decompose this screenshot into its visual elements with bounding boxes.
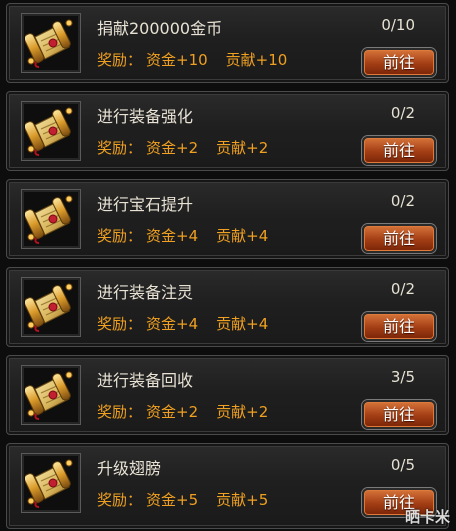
- task-title: 捐献200000金币: [97, 19, 223, 38]
- task-reward: 奖励： 资金+10 贡献+10: [97, 49, 291, 70]
- task-reward: 奖励： 资金+4 贡献+4: [97, 225, 272, 246]
- icon-frame: [21, 13, 81, 73]
- scroll-icon: [25, 371, 73, 420]
- go-button[interactable]: 前往: [362, 400, 436, 429]
- task-title: 进行装备注灵: [97, 283, 194, 302]
- reward-contribution: 贡献+2: [216, 139, 269, 157]
- reward-contribution: 贡献+5: [216, 491, 269, 509]
- reward-label: 奖励：: [97, 315, 143, 333]
- go-button[interactable]: 前往: [362, 136, 436, 165]
- watermark: 晒卡米: [404, 508, 450, 526]
- reward-fund: 资金+4: [146, 315, 199, 333]
- task-reward: 奖励： 资金+2 贡献+2: [97, 401, 272, 422]
- task-progress: 0/5: [390, 456, 415, 474]
- go-button[interactable]: 前往: [362, 312, 436, 341]
- reward-contribution: 贡献+4: [216, 227, 269, 245]
- task-progress: 0/10: [381, 16, 415, 34]
- task-title: 进行装备回收: [97, 371, 194, 390]
- task-title: 进行装备强化: [97, 107, 194, 126]
- task-reward: 奖励： 资金+2 贡献+2: [97, 137, 272, 158]
- icon-frame: [21, 365, 81, 425]
- icon-frame: [21, 189, 81, 249]
- scroll-icon: [25, 107, 73, 156]
- reward-contribution: 贡献+4: [216, 315, 269, 333]
- reward-fund: 资金+10: [146, 51, 208, 69]
- reward-label: 奖励：: [97, 51, 143, 69]
- task-reward: 奖励： 资金+5 贡献+5: [97, 489, 272, 510]
- icon-frame: [21, 277, 81, 337]
- task-reward: 奖励： 资金+4 贡献+4: [97, 313, 272, 334]
- task-card: 进行装备回收 3/5 奖励： 资金+2 贡献+2 前往: [6, 355, 449, 435]
- task-progress: 0/2: [390, 192, 415, 210]
- task-progress: 0/2: [390, 280, 415, 298]
- task-progress: 3/5: [390, 368, 415, 386]
- task-card: 进行宝石提升 0/2 奖励： 资金+4 贡献+4 前往: [6, 179, 449, 259]
- icon-frame: [21, 101, 81, 161]
- task-card: 进行装备强化 0/2 奖励： 资金+2 贡献+2 前往: [6, 91, 449, 171]
- task-title: 进行宝石提升: [97, 195, 194, 214]
- task-title: 升级翅膀: [97, 459, 162, 478]
- reward-fund: 资金+5: [146, 491, 199, 509]
- reward-label: 奖励：: [97, 139, 143, 157]
- reward-contribution: 贡献+2: [216, 403, 269, 421]
- task-card: 捐献200000金币 0/10 奖励： 资金+10 贡献+10 前往: [6, 3, 449, 83]
- task-card: 升级翅膀 0/5 奖励： 资金+5 贡献+5 前往: [6, 443, 449, 529]
- icon-frame: [21, 453, 81, 513]
- reward-label: 奖励：: [97, 227, 143, 245]
- reward-contribution: 贡献+10: [225, 51, 288, 69]
- reward-label: 奖励：: [97, 403, 143, 421]
- scroll-icon: [25, 283, 73, 332]
- task-card: 进行装备注灵 0/2 奖励： 资金+4 贡献+4 前往: [6, 267, 449, 347]
- task-progress: 0/2: [390, 104, 415, 122]
- scroll-icon: [25, 195, 73, 244]
- task-list: 捐献200000金币 0/10 奖励： 资金+10 贡献+10 前往 进行装备强化 …: [0, 0, 456, 531]
- go-button[interactable]: 前往: [362, 224, 436, 253]
- scroll-icon: [25, 19, 73, 68]
- scroll-icon: [25, 459, 73, 508]
- reward-fund: 资金+2: [146, 139, 199, 157]
- go-button[interactable]: 前往: [362, 48, 436, 77]
- reward-fund: 资金+4: [146, 227, 199, 245]
- reward-label: 奖励：: [97, 491, 143, 509]
- reward-fund: 资金+2: [146, 403, 199, 421]
